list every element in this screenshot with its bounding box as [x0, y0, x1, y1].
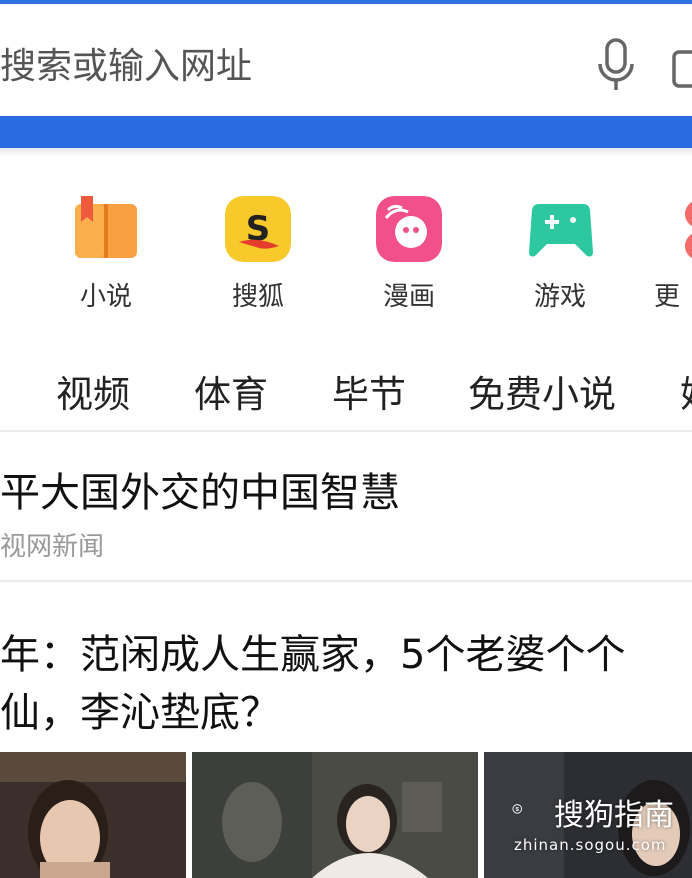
- shortcut-novel[interactable]: 小说: [56, 196, 156, 312]
- address-bar[interactable]: [0, 4, 692, 116]
- shortcut-label: 小说: [79, 282, 132, 312]
- news-thumbnail[interactable]: [0, 752, 186, 878]
- news-title[interactable]: 年：范闲成人生赢家，5个老婆个个: [0, 622, 625, 680]
- shortcut-comic[interactable]: 漫画: [359, 196, 459, 312]
- svg-text:S: S: [515, 807, 519, 813]
- costume-scene-image: [192, 752, 478, 878]
- shortcut-partial-left[interactable]: 友: [0, 196, 44, 306]
- more-apps-icon: [685, 201, 692, 259]
- search-input[interactable]: [0, 40, 560, 92]
- news-title[interactable]: 平大国外交的中国智慧: [0, 460, 400, 518]
- progress-strip: [0, 116, 692, 148]
- portrait-image: [0, 752, 186, 878]
- tab-video[interactable]: 视频: [56, 364, 130, 418]
- tabs-icon[interactable]: [672, 48, 692, 88]
- gamepad-icon: [529, 204, 593, 257]
- shortcut-label: 友: [0, 276, 36, 313]
- news-title-line2[interactable]: 仙，李沁垫底？: [0, 680, 280, 738]
- header-shadow: [0, 148, 692, 156]
- shortcut-sohu[interactable]: S 搜狐: [208, 196, 308, 312]
- channel-tabs: 视频 体育 毕节 免费小说 娱: [0, 356, 692, 418]
- sogou-watermark-icon: S: [512, 804, 523, 814]
- sohu-logo-icon: S: [225, 196, 291, 262]
- divider: [0, 430, 692, 432]
- shortcut-partial-right[interactable]: 更: [654, 196, 692, 312]
- tab-bijie[interactable]: 毕节: [332, 364, 406, 418]
- book-icon: [75, 196, 137, 258]
- shortcut-label: 搜狐: [231, 282, 284, 312]
- tab-sports[interactable]: 体育: [194, 364, 268, 418]
- comic-icon: [376, 196, 442, 262]
- shortcut-label: 漫画: [382, 282, 435, 312]
- microphone-icon[interactable]: [596, 38, 636, 94]
- news-thumbnail[interactable]: [192, 752, 478, 878]
- shortcut-label: 更: [654, 282, 681, 312]
- news-source: 视网新闻: [0, 532, 105, 562]
- shortcut-games[interactable]: 游戏: [510, 196, 610, 312]
- shortcut-label: 游戏: [533, 282, 586, 312]
- tab-entertainment[interactable]: 娱: [680, 364, 692, 418]
- watermark-brand: 搜狗指南: [554, 798, 674, 833]
- tab-free-novels[interactable]: 免费小说: [468, 364, 616, 418]
- watermark-url: zhinan.sogou.com: [514, 836, 667, 854]
- divider: [0, 580, 692, 582]
